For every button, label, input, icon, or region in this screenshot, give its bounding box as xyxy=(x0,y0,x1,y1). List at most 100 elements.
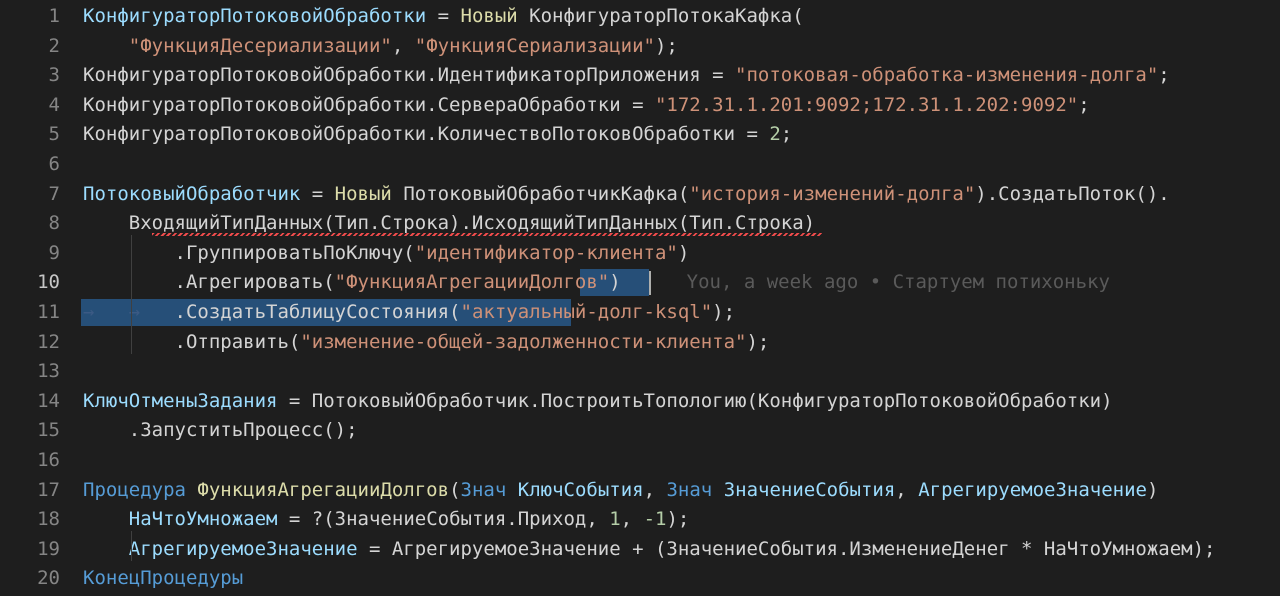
code-token: "идентификатор-клиента" xyxy=(414,241,678,264)
error-squiggle xyxy=(152,233,823,237)
code-token: ); xyxy=(746,330,770,353)
code-text: АгрегируемоеЗначение = АгрегируемоеЗначе… xyxy=(83,535,1216,565)
code-text: .ГруппироватьПоКлючу("идентификатор-клие… xyxy=(83,239,690,269)
code-token: "потоковая-обработка-изменения-долга" xyxy=(735,64,1159,87)
code-line[interactable]: 10 .Агрегировать("ФункцияАгрегацииДолгов… xyxy=(0,268,1280,298)
code-token: , xyxy=(643,478,667,501)
indent-guide xyxy=(131,235,133,354)
code-token: Новый xyxy=(334,182,392,205)
code-text: .Агрегировать("ФункцияАгрегацииДолгов") Y… xyxy=(83,268,1110,298)
code-line[interactable]: 5 КонфигураторПотоковойОбработки.Количест… xyxy=(0,120,1280,150)
code-text: КонфигураторПотоковойОбработки.СервераОб… xyxy=(83,91,1090,121)
code-line[interactable]: 12 .Отправить("изменение-общей-задолженн… xyxy=(0,328,1280,358)
code-token: .ГруппироватьПоКлючу( xyxy=(83,241,415,264)
code-line[interactable]: 3 КонфигураторПотоковойОбработки.Идентифи… xyxy=(0,61,1280,91)
code-token: АгрегируемоеЗначение xyxy=(128,537,358,560)
code-token: ФункцияАгрегацииДолгов xyxy=(197,478,450,501)
line-number: 7 xyxy=(48,182,60,205)
code-token: "172.31.1.201:9092;172.31.1.202:9092" xyxy=(654,93,1079,116)
line-number: 11 xyxy=(37,300,60,323)
code-text: НаЧтоУмножаем = ?(ЗначениеСобытия.Приход… xyxy=(83,505,690,535)
git-blame-annotation: You, a week ago • Стартуем потихоньку xyxy=(686,271,1110,294)
line-number: 14 xyxy=(37,389,60,412)
code-token: -1 xyxy=(643,508,667,531)
code-token: ЗначениеСобытия xyxy=(723,478,896,501)
code-token: → → xyxy=(83,300,175,323)
code-token: ).СоздатьПоток(). xyxy=(975,182,1170,205)
code-text: КонфигураторПотоковойОбработки = Новый К… xyxy=(83,2,804,32)
line-number: 4 xyxy=(48,93,60,116)
code-line[interactable]: 1 КонфигураторПотоковойОбработки = Новый … xyxy=(0,2,1280,32)
code-token: "ФункцияДесериализации" xyxy=(128,34,392,57)
line-number: 6 xyxy=(48,152,60,175)
line-number: 20 xyxy=(37,567,60,590)
code-token: 1 xyxy=(609,508,621,531)
code-token: , xyxy=(620,508,644,531)
line-number: 17 xyxy=(37,478,60,501)
code-line[interactable]: 18 НаЧтоУмножаем = ?(ЗначениеСобытия.При… xyxy=(0,505,1280,535)
code-line[interactable]: 14 КлючОтменыЗадания = ПотоковыйОбработчи… xyxy=(0,387,1280,417)
code-token: КонфигураторПотоковойОбработки xyxy=(83,5,427,27)
code-token: КонфигураторПотоковойОбработки.Идентифик… xyxy=(83,64,736,87)
code-token: "история-изменений-долга" xyxy=(689,182,976,205)
code-line[interactable]: 13 xyxy=(0,357,1280,387)
code-line[interactable]: 4 КонфигураторПотоковойОбработки.СервераО… xyxy=(0,91,1280,121)
code-token: .Отправить( xyxy=(83,330,301,353)
code-line[interactable]: 20 КонецПроцедуры xyxy=(0,564,1280,594)
indent-guide xyxy=(131,531,133,561)
code-token: Процедура xyxy=(83,478,186,501)
code-line[interactable]: 19 АгрегируемоеЗначение = АгрегируемоеЗн… xyxy=(0,535,1280,565)
line-number: 3 xyxy=(48,64,60,87)
code-line[interactable]: 17 Процедура ФункцияАгрегацииДолгов(Знач … xyxy=(0,476,1280,506)
code-line[interactable]: 11 → → .СоздатьТаблицуСостояния("актуальн… xyxy=(0,298,1280,328)
code-token: "изменение-общей-задолженности-клиента" xyxy=(300,330,747,353)
code-token: ; xyxy=(1078,93,1090,116)
code-text: .Отправить("изменение-общей-задолженност… xyxy=(83,328,770,358)
code-token: ); xyxy=(666,508,690,531)
line-number: 9 xyxy=(48,241,60,264)
code-line[interactable]: 15 .ЗапуститьПроцесс(); xyxy=(0,416,1280,446)
code-token: , xyxy=(895,478,919,501)
line-number: 5 xyxy=(48,123,60,146)
code-line[interactable]: 2 "ФункцияДесериализации", "ФункцияСериа… xyxy=(0,32,1280,62)
line-number: 1 xyxy=(48,5,60,27)
code-token: .Агрегировать( xyxy=(83,271,335,294)
code-token: ); xyxy=(654,34,678,57)
code-text: → → .СоздатьТаблицуСостояния("актуальный… xyxy=(83,298,735,328)
code-token: "ФункцияСериализации" xyxy=(414,34,655,57)
line-number: 2 xyxy=(48,34,60,57)
code-line[interactable]: 16 xyxy=(0,446,1280,476)
code-line[interactable]: 7 ПотоковыйОбработчик = Новый ПотоковыйОб… xyxy=(0,180,1280,210)
code-token: ; xyxy=(780,123,793,146)
code-line[interactable]: 6 xyxy=(0,150,1280,180)
code-token: ) xyxy=(1146,478,1159,501)
code-token: ) xyxy=(609,271,621,294)
code-editor[interactable]: 1 КонфигураторПотоковойОбработки = Новый … xyxy=(0,0,1280,596)
code-text: .ЗапуститьПроцесс(); xyxy=(83,416,358,446)
code-line[interactable]: 9 .ГруппироватьПоКлючу("идентификатор-кл… xyxy=(0,239,1280,269)
code-token: , xyxy=(391,34,415,57)
line-number: 13 xyxy=(37,360,60,383)
code-token: "актуальный-долг-ksql" xyxy=(460,300,713,323)
code-token: КонфигураторПотокаКафка( xyxy=(517,5,804,27)
line-number: 12 xyxy=(37,330,60,353)
code-token: Знач xyxy=(666,478,713,501)
code-token: ВходящийТипДанных(Тип.Строка).ИсходящийТ… xyxy=(83,212,816,235)
line-number: 10 xyxy=(37,271,60,294)
code-text: Процедура ФункцияАгрегацииДолгов(Знач Кл… xyxy=(83,476,1158,506)
line-number: 18 xyxy=(37,508,60,531)
code-token: Новый xyxy=(460,5,518,27)
code-token: "ФункцияАгрегацииДолгов" xyxy=(334,271,610,294)
code-token: ПотоковыйОбработчикКафка( xyxy=(391,182,690,205)
line-number: 19 xyxy=(37,537,60,560)
code-token: КонфигураторПотоковойОбработки.Количеств… xyxy=(83,123,770,146)
code-token: КонецПроцедуры xyxy=(83,567,244,590)
code-token: Знач xyxy=(460,478,507,501)
code-token: = ?(ЗначениеСобытия.Приход, xyxy=(277,508,610,531)
code-text: КонфигураторПотоковойОбработки.Идентифик… xyxy=(83,61,1170,91)
code-line[interactable]: 8 ВходящийТипДанных(Тип.Строка).Исходящи… xyxy=(0,209,1280,239)
